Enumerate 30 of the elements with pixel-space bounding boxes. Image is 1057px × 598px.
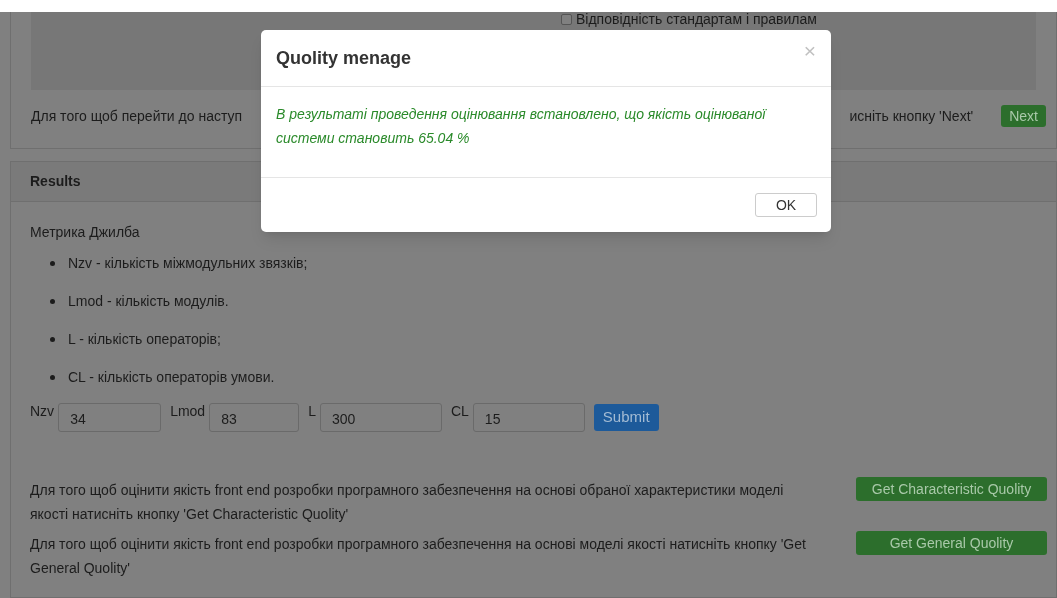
quality-button[interactable]: Get General Quolity xyxy=(856,531,1047,555)
field-label: Nzv xyxy=(30,401,55,421)
metric-item: Lmod - кількість модулів. xyxy=(68,291,229,311)
next-button[interactable]: Next xyxy=(1001,105,1046,127)
checkbox-label: Відповідність стандартам і правилам xyxy=(576,9,817,29)
bullet-icon xyxy=(50,374,55,380)
input-field[interactable]: 34 xyxy=(58,402,162,432)
panel-title: Results xyxy=(30,172,81,191)
modal-title: Quolity menage xyxy=(276,46,412,70)
action-description: Для того щоб оцінити якість front end розробки програмного забезпечення на основі обраної характеристики моделі якості натисніть кнопку 'Get Characteristic Quolity' xyxy=(30,481,785,524)
checkbox[interactable] xyxy=(561,13,572,25)
next-hint: исніть кнопку 'Next' xyxy=(849,106,974,126)
bullet-icon xyxy=(50,336,55,342)
field-label: Lmod xyxy=(170,401,206,421)
ok-button[interactable]: OK xyxy=(755,193,817,217)
next-hint: Для того щоб перейти до наступ xyxy=(31,106,243,126)
result-message: В результаті проведення оцінювання встановлено, що якість оцінюваної системи становить 65.04 % xyxy=(276,105,768,148)
input-field[interactable]: 15 xyxy=(472,402,585,432)
field-label: L xyxy=(308,401,316,421)
bullet-icon xyxy=(50,298,55,304)
metric-item: CL - кількість операторів умови. xyxy=(68,367,275,387)
field-label: CL xyxy=(450,401,469,421)
action-description: Для того щоб оцінити якість front end розробки програмного забезпечення на основі моделі якості натисніть кнопку 'Get General Quolity' xyxy=(30,535,807,578)
metric-item: Nzv - кількість міжмодульних звязків; xyxy=(68,253,308,273)
input-field[interactable]: 300 xyxy=(319,402,442,432)
input-field[interactable]: 83 xyxy=(209,402,300,432)
bullet-icon xyxy=(50,260,55,266)
quality-button[interactable]: Get Characteristic Quolity xyxy=(856,477,1047,501)
metric-item: L - кількість операторів; xyxy=(68,329,221,349)
metric-title: Метрика Джилба xyxy=(30,223,141,242)
